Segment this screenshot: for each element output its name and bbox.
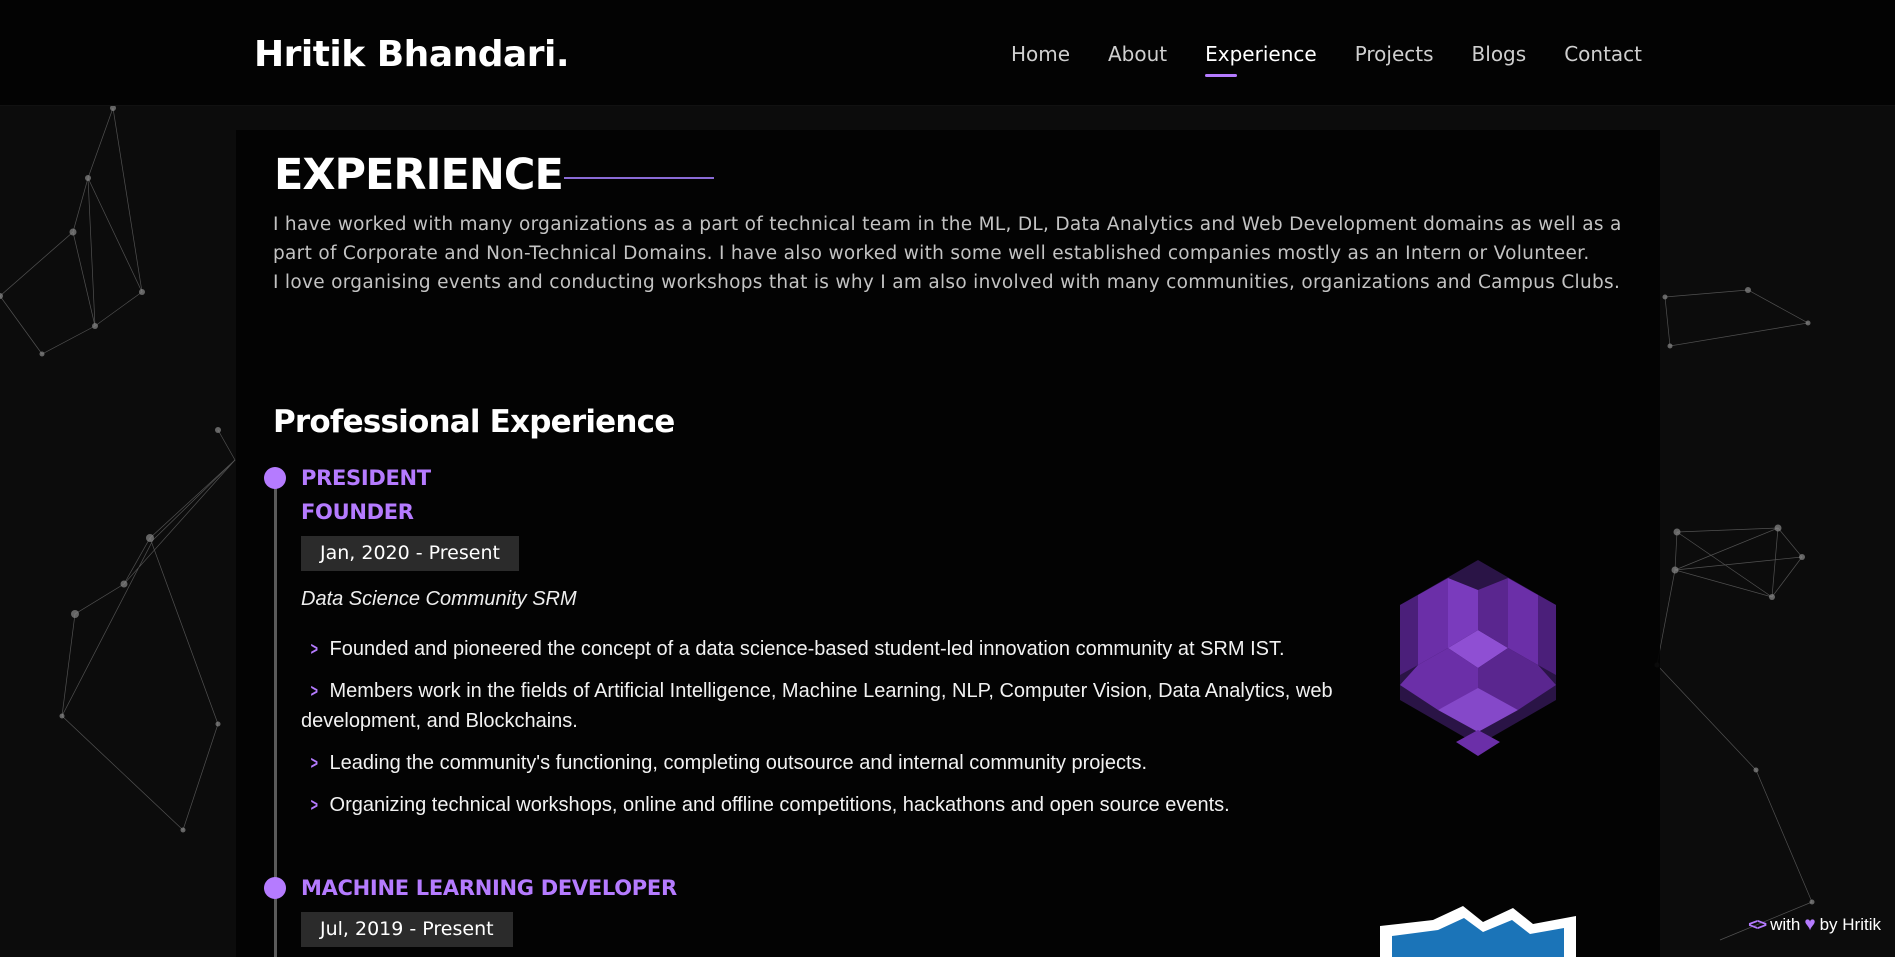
timeline-dot	[264, 877, 286, 899]
brand-logo[interactable]: Hritik Bhandari.	[254, 34, 570, 75]
nav-home[interactable]: Home	[1011, 42, 1070, 66]
nav-links: Home About Experience Projects Blogs Con…	[1011, 42, 1642, 77]
code-icon: <>	[1748, 915, 1767, 934]
list-item: > Leading the community's functioning, co…	[301, 748, 1351, 778]
responsibility-list: > Founded and pioneered the concept of a …	[301, 634, 1351, 832]
page-title: EXPERIENCE	[274, 150, 564, 200]
dscs-logo	[1400, 560, 1556, 756]
date-badge: Jul, 2019 - Present	[301, 912, 513, 947]
chevron-right-icon: >	[310, 795, 318, 815]
nav-projects[interactable]: Projects	[1355, 42, 1434, 66]
professional-experience-heading: Professional Experience	[273, 404, 675, 440]
chevron-right-icon: >	[310, 639, 318, 659]
intro-paragraph-1: I have worked with many organizations as…	[273, 214, 1622, 264]
organization-name: Data Science Community SRM	[301, 588, 577, 610]
nav-about[interactable]: About	[1108, 42, 1167, 66]
footer-credit: <> with ♥ by Hritik	[1748, 914, 1881, 935]
nav-contact[interactable]: Contact	[1564, 42, 1642, 66]
role-title: PRESIDENT	[301, 466, 431, 490]
intro-text: I have worked with many organizations as…	[273, 210, 1633, 297]
list-item: > Founded and pioneered the concept of a …	[301, 634, 1351, 664]
nav-experience[interactable]: Experience	[1205, 42, 1317, 77]
list-item: > Members work in the fields of Artificia…	[301, 676, 1351, 736]
role-title: FOUNDER	[301, 500, 414, 524]
timeline-dot	[264, 467, 286, 489]
company-logo	[1380, 906, 1576, 957]
navbar: Hritik Bhandari. Home About Experience P…	[0, 0, 1895, 106]
date-badge: Jan, 2020 - Present	[301, 536, 519, 571]
intro-paragraph-2: I love organising events and conducting …	[273, 272, 1621, 293]
list-item: > Organizing technical workshops, online …	[301, 790, 1351, 820]
heart-icon: ♥	[1804, 914, 1816, 935]
title-underline	[564, 177, 714, 179]
chevron-right-icon: >	[310, 753, 318, 773]
role-title: MACHINE LEARNING DEVELOPER	[301, 876, 677, 900]
chevron-right-icon: >	[310, 681, 318, 701]
nav-blogs[interactable]: Blogs	[1472, 42, 1527, 66]
